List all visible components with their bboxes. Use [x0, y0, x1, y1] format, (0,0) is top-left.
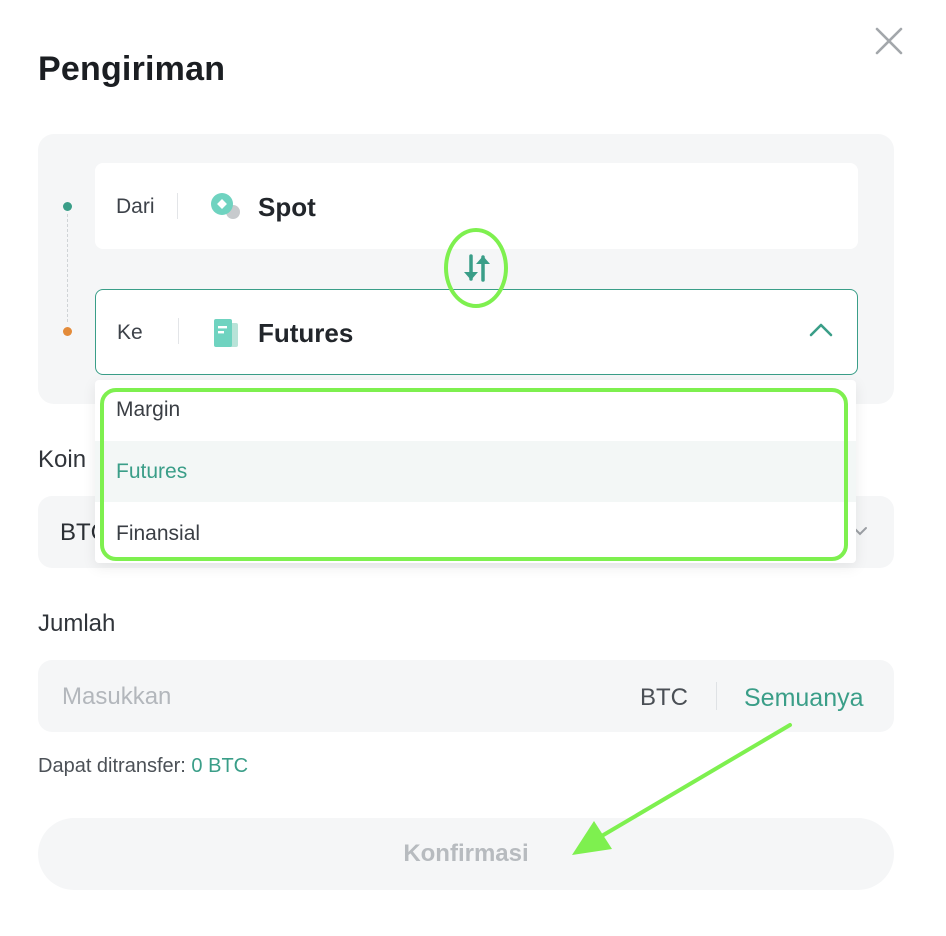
from-divider [177, 193, 178, 219]
annotation-arrow-icon [572, 723, 792, 855]
all-button[interactable]: Semuanya [744, 684, 864, 713]
connector-line [67, 214, 68, 322]
to-label: Ke [117, 321, 143, 344]
dropdown-highlight-annotation [100, 388, 848, 561]
amount-unit: BTC [640, 684, 688, 711]
spot-coin-icon [209, 192, 243, 222]
from-account-name: Spot [258, 192, 316, 222]
from-dot [63, 202, 72, 211]
amount-input[interactable] [60, 678, 604, 716]
to-divider [178, 318, 179, 344]
from-label: Dari [116, 195, 155, 218]
coin-label: Koin [38, 446, 87, 473]
available-value: 0 BTC [191, 755, 249, 777]
dialog-title: Pengiriman [38, 50, 226, 88]
chevron-up-icon[interactable] [808, 322, 834, 338]
available-label: Dapat ditransfer: [38, 755, 186, 777]
swap-button[interactable] [444, 228, 510, 310]
to-account-name: Futures [258, 318, 354, 348]
to-dot [63, 327, 72, 336]
close-icon[interactable] [874, 26, 904, 56]
amount-label: Jumlah [38, 610, 116, 637]
available-balance: Dapat ditransfer: 0 BTC [38, 755, 248, 778]
swap-arrows-icon [464, 254, 490, 282]
futures-doc-icon [212, 317, 240, 349]
amount-divider [716, 682, 717, 710]
